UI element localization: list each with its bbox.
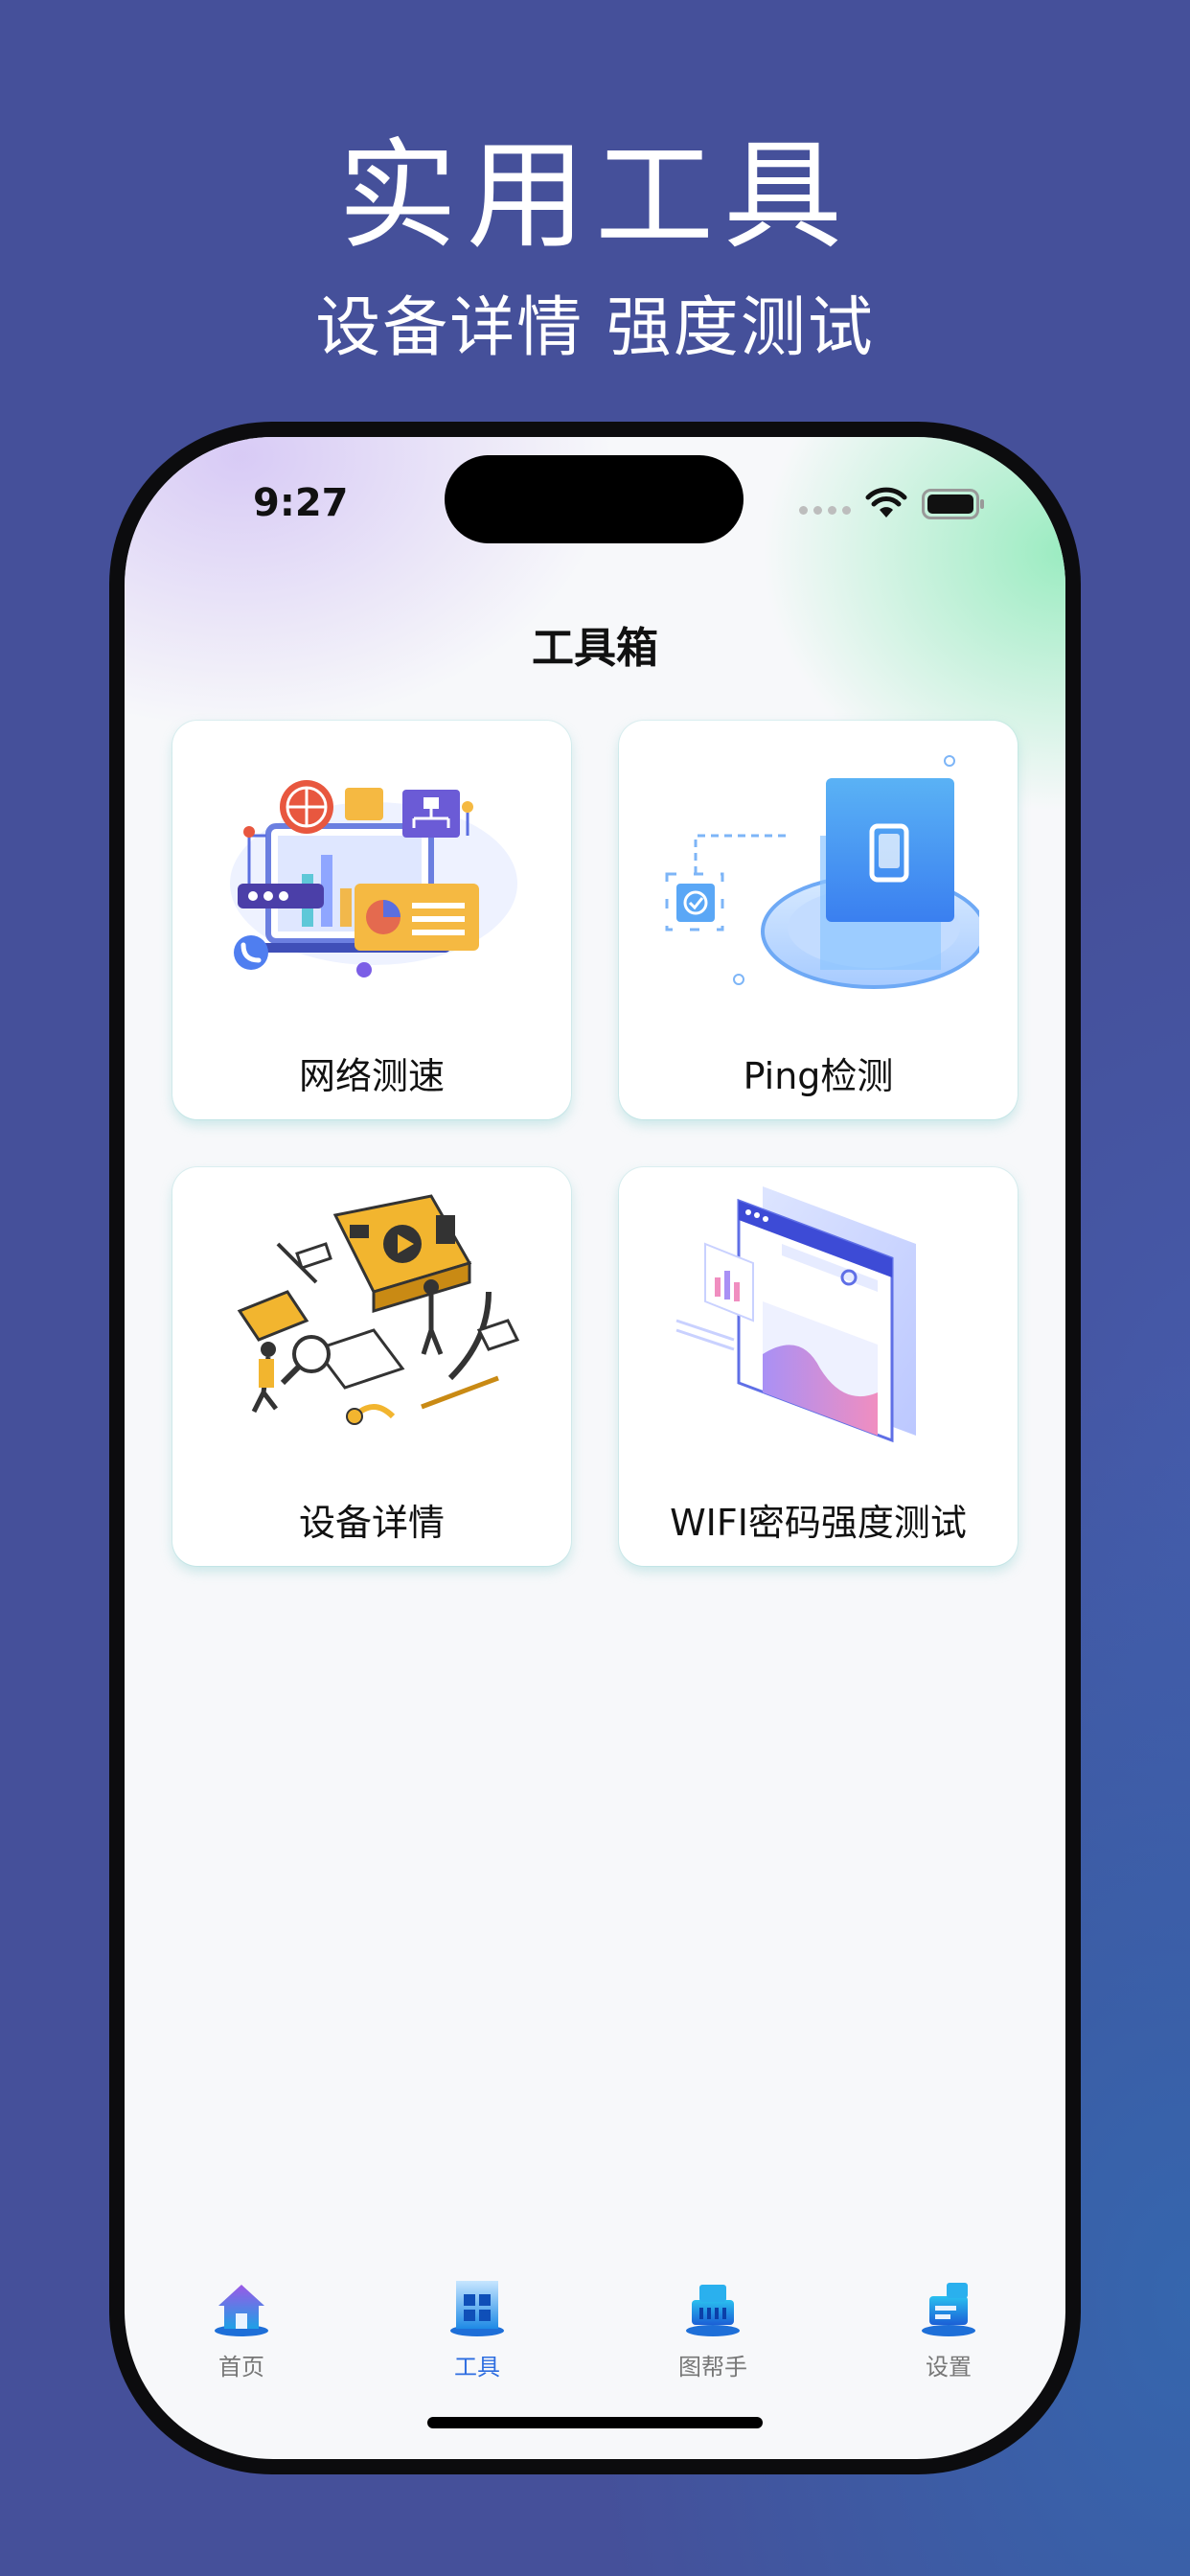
tools-grid-icon [450, 2281, 504, 2336]
tab-tools[interactable]: 工具 [400, 2277, 554, 2392]
tool-card-label: 设备详情 [298, 1502, 445, 1544]
device-details-illustration [237, 1194, 520, 1425]
tab-bar: 首页 工具 图帮手 设置 [125, 2277, 1065, 2392]
tool-card-device-details[interactable]: 设备详情 [172, 1167, 571, 1566]
tool-card-label: 网络测速 [298, 1055, 445, 1097]
home-indicator [427, 2417, 763, 2428]
tool-card-wifi-password-strength[interactable]: WIFI密码强度测试 [619, 1167, 1018, 1566]
browser-window-illustration [675, 1186, 916, 1443]
dynamic-island [445, 455, 744, 543]
ping-phone-illustration [665, 755, 979, 989]
tab-label: 图帮手 [678, 2354, 747, 2380]
tool-card-network-speed[interactable]: 网络测速 [172, 721, 571, 1119]
network-speed-illustration [230, 780, 517, 978]
home-icon [215, 2285, 268, 2336]
tool-card-label: WIFI密码强度测试 [670, 1502, 967, 1544]
image-helper-icon [686, 2285, 740, 2336]
battery-icon [922, 489, 984, 519]
tab-label: 首页 [218, 2354, 264, 2380]
wifi-icon [865, 487, 907, 518]
tab-home[interactable]: 首页 [165, 2277, 318, 2392]
tab-settings[interactable]: 设置 [872, 2277, 1025, 2392]
tab-image-helper[interactable]: 图帮手 [636, 2277, 790, 2392]
tool-card-ping[interactable]: Ping检测 [619, 721, 1018, 1119]
phone-screen: 9:27 工具箱 网络测速 Ping检测 设备详情 WIFI密码强度测试 首页 … [125, 437, 1065, 2459]
page-title: 工具箱 [532, 624, 658, 673]
promo-subtitle: 设备详情 强度测试 [315, 290, 875, 366]
status-time: 9:27 [253, 481, 349, 525]
tool-card-label: Ping检测 [743, 1055, 894, 1097]
promo-title: 实用工具 [337, 127, 852, 265]
settings-icon [922, 2283, 975, 2336]
phone-frame: 9:27 工具箱 网络测速 Ping检测 设备详情 WIFI密码强度测试 首页 … [109, 422, 1081, 2474]
tab-label: 工具 [454, 2354, 500, 2380]
tab-label: 设置 [926, 2354, 972, 2380]
signal-dots-icon [799, 506, 851, 515]
